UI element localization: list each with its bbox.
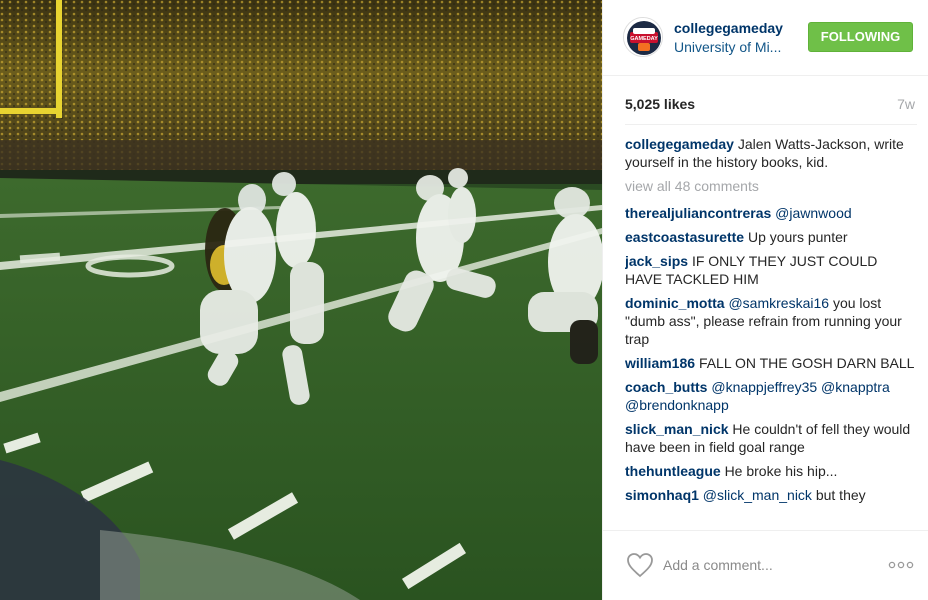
comment-mention[interactable]: @jawnwood	[775, 205, 851, 221]
view-all-comments-link[interactable]: view all 48 comments	[625, 177, 917, 195]
comment-mention[interactable]: @samkreskai16	[728, 295, 829, 311]
comments-list[interactable]: collegegameday Jalen Watts-Jackson, writ…	[625, 124, 917, 528]
comment-username[interactable]: therealjuliancontreras	[625, 205, 771, 221]
comment-username[interactable]: william186	[625, 355, 695, 371]
owner-location[interactable]: University of Mi...	[674, 38, 804, 56]
following-button[interactable]: FOLLOWING	[808, 22, 913, 52]
comment-item: dominic_motta @samkreskai16 you lost "du…	[625, 294, 917, 348]
comment-item: jack_sips IF ONLY THEY JUST COULD HAVE T…	[625, 252, 917, 288]
comment-username[interactable]: coach_butts	[625, 379, 707, 395]
comment-username[interactable]: dominic_motta	[625, 295, 725, 311]
comment-item: thehuntleague He broke his hip...	[625, 462, 917, 480]
comment-username[interactable]: jack_sips	[625, 253, 688, 269]
more-options-icon[interactable]	[888, 559, 914, 571]
comment-username[interactable]: slick_man_nick	[625, 421, 729, 437]
post-header: GAMEDAY collegegameday University of Mi.…	[603, 0, 928, 76]
comment-item: eastcoastasurette Up yours punter	[625, 228, 917, 246]
comment-item: simonhaq1 @slick_man_nick but they	[625, 486, 917, 504]
comment-text: but they	[815, 487, 866, 503]
likes-count[interactable]: 5,025 likes	[625, 96, 695, 112]
comment-username[interactable]: simonhaq1	[625, 487, 699, 503]
instagram-post: GAMEDAY collegegameday University of Mi.…	[0, 0, 928, 600]
owner-username[interactable]: collegegameday	[674, 20, 804, 36]
owner-info: collegegameday University of Mi...	[674, 20, 804, 56]
add-comment-input[interactable]	[663, 551, 863, 579]
likes-row: 5,025 likes 7w	[625, 96, 915, 114]
caption: collegegameday Jalen Watts-Jackson, writ…	[625, 135, 917, 171]
comment-mention[interactable]: @slick_man_nick	[703, 487, 812, 503]
comment-username[interactable]: eastcoastasurette	[625, 229, 744, 245]
comment-text: He broke his hip...	[724, 463, 838, 479]
comment-bar	[603, 530, 928, 600]
comment-text: Up yours punter	[747, 229, 848, 245]
caption-username[interactable]: collegegameday	[625, 136, 734, 152]
comment-item: therealjuliancontreras @jawnwood	[625, 204, 917, 222]
avatar-text: GAMEDAY	[630, 36, 658, 42]
comment-item: coach_butts @knappjeffrey35 @knapptra @b…	[625, 378, 917, 414]
avatar[interactable]: GAMEDAY	[623, 17, 663, 57]
comment-text: FALL ON THE GOSH DARN BALL	[698, 355, 915, 371]
comment-item: slick_man_nick He couldn't of fell they …	[625, 420, 917, 456]
comment-item: william186 FALL ON THE GOSH DARN BALL	[625, 354, 917, 372]
comment-username[interactable]: thehuntleague	[625, 463, 721, 479]
gameday-logo-icon: GAMEDAY	[624, 18, 662, 56]
post-age[interactable]: 7w	[897, 96, 915, 112]
heart-icon[interactable]	[626, 552, 654, 578]
football-field-photo	[0, 0, 602, 600]
post-photo[interactable]	[0, 0, 602, 600]
post-sidebar: GAMEDAY collegegameday University of Mi.…	[602, 0, 928, 600]
